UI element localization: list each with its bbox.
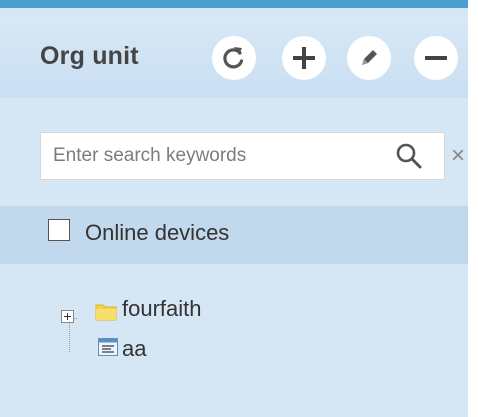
online-devices-label: Online devices [85,220,230,245]
panel-title: Org unit [40,42,139,70]
refresh-button[interactable] [212,36,256,80]
tree-expand-toggle[interactable] [61,310,74,323]
folder-icon[interactable] [95,301,117,321]
tree-node-label[interactable]: aa [122,336,146,362]
tree-connector [69,318,70,352]
panel-header: Org unit [0,16,468,98]
plus-icon [293,47,315,69]
online-devices-filter: Online devices [0,206,468,264]
device-icon[interactable] [98,338,118,356]
close-icon[interactable]: × [451,142,465,170]
minus-icon [425,56,447,60]
edit-button[interactable] [347,36,391,80]
online-devices-checkbox[interactable] [48,219,70,241]
pencil-icon [362,50,377,65]
tree-node-label[interactable]: fourfaith [122,296,202,322]
remove-button[interactable] [414,36,458,80]
magnifier-icon[interactable] [395,142,423,170]
search-input[interactable] [41,133,341,179]
add-button[interactable] [282,36,326,80]
search-box: × [40,132,465,180]
refresh-icon [223,47,244,69]
org-unit-panel: Org unit Enter search keywords × Online … [0,0,468,417]
right-edge-spacer [468,0,478,417]
